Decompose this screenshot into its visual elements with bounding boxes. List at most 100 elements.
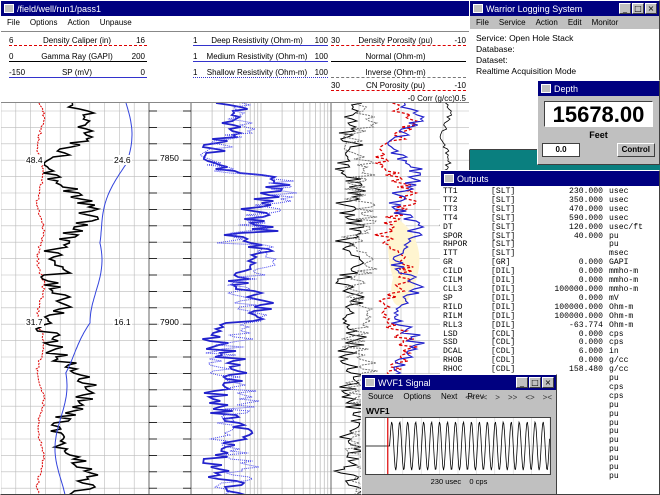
header-medium-resistivity: 1 Medium Resistivity (Ohm-m) 100: [193, 51, 328, 62]
menu-action[interactable]: Action: [67, 18, 89, 27]
header-sp: -150 SP (mV) 0: [9, 67, 147, 78]
output-row: SPOR [SLT] 40.000 pu: [443, 231, 657, 242]
scale-lo: 30: [331, 80, 340, 90]
header-gamma-ray: 0 Gamma Ray (GAPI) 200: [9, 51, 147, 62]
depth-speed-field[interactable]: 0.0: [542, 143, 580, 157]
close-button[interactable]: ×: [645, 3, 657, 14]
log-window-titlebar[interactable]: /field/well/run1/pass1: [1, 1, 469, 16]
header-cn-porosity: 30 CN Porosity (pu) -10: [331, 80, 466, 91]
warrior-title: Warrior Logging System: [486, 3, 583, 14]
first-button[interactable]: <<: [465, 393, 474, 402]
scale-lo: 1: [193, 35, 198, 45]
header-density-caliper: 6 Density Caliper (in) 16: [9, 35, 147, 46]
menu-unpause[interactable]: Unpause: [100, 18, 132, 27]
wvf-window: WVF1 Signal _ □ × Source Options Next Prev…: [361, 374, 557, 495]
track-label-31: 31.7: [25, 317, 44, 327]
dataset-line: Dataset:: [476, 55, 508, 65]
track-label-24: 24.6: [113, 155, 132, 165]
outputs-title: Outputs: [457, 173, 489, 184]
scale-hi: 16: [136, 35, 145, 45]
menu-action[interactable]: Action: [536, 18, 558, 27]
maximize-button[interactable]: □: [632, 3, 644, 14]
control-button[interactable]: Control: [616, 143, 655, 157]
track-label-48: 48.4: [25, 155, 44, 165]
scale-hi: -10: [454, 35, 466, 45]
output-row: DT [SLT] 120.000 usec/ft: [443, 223, 657, 233]
wvf-footer: 230 usec 0 cps: [362, 477, 556, 486]
menu-source[interactable]: Source: [368, 392, 393, 401]
header-inverse: Inverse (Ohm-m): [331, 67, 466, 78]
menu-options[interactable]: Options: [30, 18, 58, 27]
header-normal: Normal (Ohm-m): [331, 51, 466, 62]
scale-lo: 6: [9, 35, 14, 45]
menu-file[interactable]: File: [7, 18, 20, 27]
warrior-titlebar[interactable]: Warrior Logging System _ □ ×: [470, 1, 659, 16]
scale-lo: 1: [193, 51, 198, 61]
window-menu-icon[interactable]: [541, 84, 551, 93]
output-row: RLL3 [DIL] -63.774 Ohm-m: [443, 321, 657, 331]
menu-file[interactable]: File: [476, 18, 489, 27]
next-button[interactable]: >: [495, 393, 500, 402]
outputs-titlebar[interactable]: Outputs: [441, 171, 659, 186]
minimize-button[interactable]: _: [619, 3, 631, 14]
wvf-channel-label: WVF1: [366, 406, 390, 416]
depth-unit: Feet: [589, 130, 608, 140]
curve-name: Gamma Ray (GAPI): [41, 51, 113, 61]
log-window-title: /field/well/run1/pass1: [17, 3, 102, 14]
zoom-out-button[interactable]: ><: [543, 393, 552, 402]
warrior-menubar: File Service Action Edit Monitor: [470, 16, 659, 29]
scale-lo: -150: [9, 67, 26, 77]
curve-name: SP (mV): [61, 67, 93, 77]
track-label-16: 16.1: [113, 317, 132, 327]
scale-hi: 100: [314, 51, 328, 61]
menu-monitor[interactable]: Monitor: [592, 18, 619, 27]
scale-lo: 30: [331, 35, 340, 45]
track-header: 6 Density Caliper (in) 16 0 Gamma Ray (G…: [1, 31, 469, 103]
scale-hi: 100: [314, 35, 328, 45]
depth-window: Depth 15678.00 Feet 0.0 Control: [537, 80, 660, 165]
menu-options[interactable]: Options: [403, 392, 431, 401]
header-density-porosity: 30 Density Porosity (pu) -10: [331, 35, 466, 46]
curve-name: Density Caliper (in): [42, 35, 112, 45]
output-row: LSD [CDL] 0.000 cps: [443, 330, 657, 340]
curve-name: Shallow Resistivity (Ohm-m): [206, 67, 308, 77]
close-button[interactable]: ×: [542, 377, 554, 388]
prev-button[interactable]: <: [483, 393, 488, 402]
window-menu-icon[interactable]: [473, 4, 483, 13]
wvf-titlebar[interactable]: WVF1 Signal _ □ ×: [362, 375, 556, 390]
medium-resistivity-curve: [199, 103, 298, 494]
scale-hi: 100: [314, 67, 328, 77]
database-line: Database:: [476, 44, 515, 54]
service-line: Service: Open Hole Stack: [476, 33, 574, 43]
minimize-button[interactable]: _: [516, 377, 528, 388]
window-menu-icon[interactable]: [365, 378, 375, 387]
curve-name: -0 Corr (g/cc)0.5: [407, 94, 466, 103]
curve-name: Inverse (Ohm-m): [365, 67, 426, 77]
value: [535, 241, 603, 250]
header-shallow-resistivity: 1 Shallow Resistivity (Ohm-m) 100: [193, 67, 328, 78]
zoom-in-button[interactable]: <>: [525, 393, 534, 402]
window-menu-icon[interactable]: [444, 174, 454, 183]
last-button[interactable]: >>: [508, 393, 517, 402]
wvf-toolbar: << < > >> <> ><: [465, 390, 556, 404]
menu-next[interactable]: Next: [441, 392, 457, 401]
value: 40.000: [573, 231, 603, 241]
output-row: CLL3 [DIL] 100000.000 mmho-m: [443, 285, 657, 295]
maximize-button[interactable]: □: [529, 377, 541, 388]
deep-resistivity-curve: [201, 103, 291, 494]
menu-service[interactable]: Service: [499, 18, 526, 27]
unit: pu: [609, 472, 619, 481]
window-menu-icon[interactable]: [4, 4, 14, 13]
wvf-title: WVF1 Signal: [378, 377, 431, 388]
curve-name: Medium Resistivity (Ohm-m): [206, 51, 308, 61]
scale-lo: 1: [193, 67, 198, 77]
curve-name: Density Porosity (pu): [358, 35, 433, 45]
depth-title: Depth: [554, 83, 579, 94]
curve-name: Deep Resistivity (Ohm-m): [211, 35, 303, 45]
header-deep-resistivity: 1 Deep Resistivity (Ohm-m) 100: [193, 35, 328, 46]
depth-value: 15678.00: [544, 101, 653, 127]
depth-titlebar[interactable]: Depth: [538, 81, 659, 96]
scale-lo: 0: [9, 51, 14, 61]
menu-edit[interactable]: Edit: [568, 18, 582, 27]
wvf-rate: 0 cps: [469, 477, 488, 486]
